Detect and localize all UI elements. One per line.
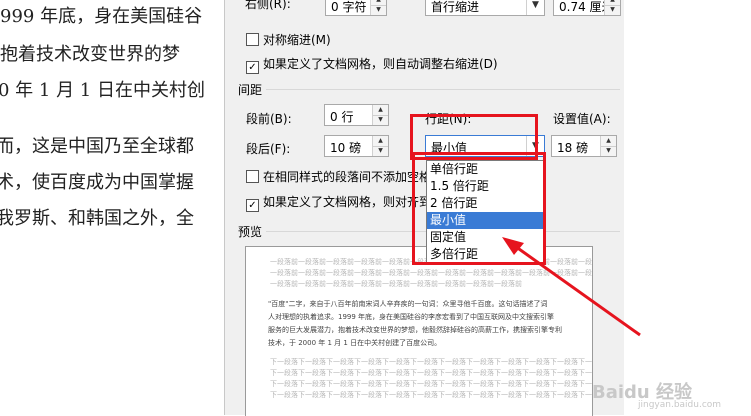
annotation-arrow-icon [502,237,641,337]
watermark-url: jingyan.baidu.com [638,400,722,410]
